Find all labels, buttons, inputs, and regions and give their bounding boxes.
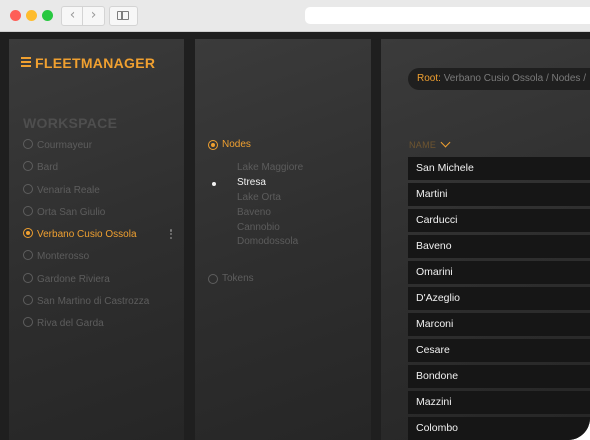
app-logo[interactable]: FLEETMANAGER	[21, 55, 155, 71]
address-bar[interactable]	[305, 7, 590, 24]
table-row[interactable]: San Michele	[408, 157, 590, 180]
node-item[interactable]: Lake Maggiore	[237, 161, 303, 176]
node-item-label: Cannobio	[237, 221, 280, 233]
name-table: San Michele Martini Carducci Baveno Omarini D…	[408, 157, 590, 440]
back-button[interactable]: ‹	[61, 6, 84, 26]
workspace-item[interactable]: Venaria Reale	[23, 183, 173, 206]
radio-icon	[23, 228, 33, 239]
node-item[interactable]: Domodossola	[237, 235, 303, 250]
radio-icon	[23, 272, 33, 283]
workspace-item[interactable]: Verbano Cusio Ossola	[23, 228, 173, 250]
table-row[interactable]: Cesare	[408, 339, 590, 362]
workspace-item-label: Riva del Garda	[37, 318, 104, 330]
node-list: Lake Maggiore Stresa Lake Orta Baveno Cannob…	[212, 161, 303, 250]
table-row[interactable]: Colombo	[408, 417, 590, 440]
radio-icon	[23, 139, 33, 149]
workspace-item[interactable]: Courmayeur	[23, 139, 173, 161]
workspace-item-label: Monterosso	[37, 251, 90, 263]
menu-icon[interactable]	[21, 55, 31, 69]
name-column-label: NAME	[409, 140, 437, 150]
close-window-button[interactable]	[10, 10, 21, 21]
radio-icon	[23, 205, 33, 216]
browser-toolbar: ‹ ›	[0, 0, 590, 32]
radio-icon	[23, 250, 33, 261]
node-item[interactable]: Stresa	[212, 176, 303, 191]
breadcrumb-root[interactable]: Root:	[417, 73, 441, 84]
node-item[interactable]: Baveno	[237, 206, 303, 221]
forward-button[interactable]: ›	[82, 6, 105, 26]
workspace-item-label: Verbano Cusio Ossola	[37, 229, 137, 241]
workspace-item-label: Bard	[37, 162, 59, 174]
workspace-list: Courmayeur Bard Venaria Reale Orta San Giul…	[23, 139, 173, 340]
workspace-item[interactable]: Bard	[23, 161, 173, 183]
table-row[interactable]: Marconi	[408, 313, 590, 336]
radio-icon	[23, 295, 33, 306]
app-logo-text: FLEETMANAGER	[35, 55, 156, 71]
minimize-window-button[interactable]	[26, 10, 37, 21]
workspace-item[interactable]: San Martino di Castrozza	[23, 295, 173, 317]
workspace-item[interactable]: Gardone Riviera	[23, 272, 173, 295]
workspace-item[interactable]: Monterosso	[23, 250, 173, 272]
tree-panel: Nodes Lake Maggiore Stresa Lake Orta Baveno…	[195, 39, 371, 440]
workspace-item-label: Venaria Reale	[37, 184, 100, 196]
table-row[interactable]: Carducci	[408, 209, 590, 232]
content-panel: Root: Verbano Cusio Ossola / Nodes / NAM…	[381, 39, 590, 440]
workspace-title: WORKSPACE	[23, 115, 118, 131]
workspace-panel: FLEETMANAGER WORKSPACE Courmayeur Bard Ven…	[9, 39, 184, 440]
tokens-radio-icon	[208, 274, 218, 284]
workspace-item-label: Gardone Riviera	[37, 273, 110, 285]
name-column-header[interactable]: NAME	[409, 137, 451, 150]
breadcrumb: Root: Verbano Cusio Ossola / Nodes /	[408, 68, 590, 90]
node-item-label: Lake Maggiore	[237, 162, 304, 173]
workspace-item-label: Orta San Giulio	[37, 206, 106, 218]
table-row[interactable]: Martini	[408, 183, 590, 206]
radio-icon	[23, 161, 33, 172]
tokens-section[interactable]: Tokens	[208, 273, 254, 285]
node-item[interactable]: Cannobio	[237, 221, 303, 236]
workspace-item-label: San Martino di Castrozza	[37, 296, 150, 308]
node-item-label: Stresa	[237, 176, 266, 188]
chevron-down-icon	[440, 137, 451, 148]
table-row[interactable]: Omarini	[408, 261, 590, 284]
node-item-label: Baveno	[237, 206, 271, 218]
radio-icon	[23, 183, 33, 194]
node-item-label: Lake Orta	[237, 191, 281, 203]
table-row[interactable]: Bondone	[408, 365, 590, 388]
table-row[interactable]: D'Azeglio	[408, 287, 590, 310]
radio-icon	[23, 317, 33, 328]
tokens-section-label: Tokens	[222, 273, 254, 284]
selected-bullet-icon	[212, 181, 216, 186]
node-item[interactable]: Lake Orta	[237, 191, 303, 206]
app-window: ‹ › FLEETMANAGER WORKSPACE Courmayeur Bar…	[0, 0, 590, 440]
table-row[interactable]: Baveno	[408, 235, 590, 258]
more-options-icon[interactable]	[169, 228, 173, 242]
workspace-item[interactable]: Orta San Giulio	[23, 205, 173, 228]
node-item-label: Domodossola	[237, 236, 299, 248]
sidebar-icon	[117, 11, 129, 20]
nodes-radio-icon	[208, 140, 218, 150]
breadcrumb-path[interactable]: Verbano Cusio Ossola / Nodes /	[444, 73, 586, 84]
maximize-window-button[interactable]	[42, 10, 53, 21]
nodes-section-label: Nodes	[222, 139, 251, 150]
nodes-section[interactable]: Nodes	[208, 139, 251, 151]
workspace-item-label: Courmayeur	[37, 140, 93, 151]
table-row[interactable]: Mazzini	[408, 391, 590, 414]
sidebar-toggle-button[interactable]	[109, 6, 138, 26]
workspace-item[interactable]: Riva del Garda	[23, 317, 173, 339]
